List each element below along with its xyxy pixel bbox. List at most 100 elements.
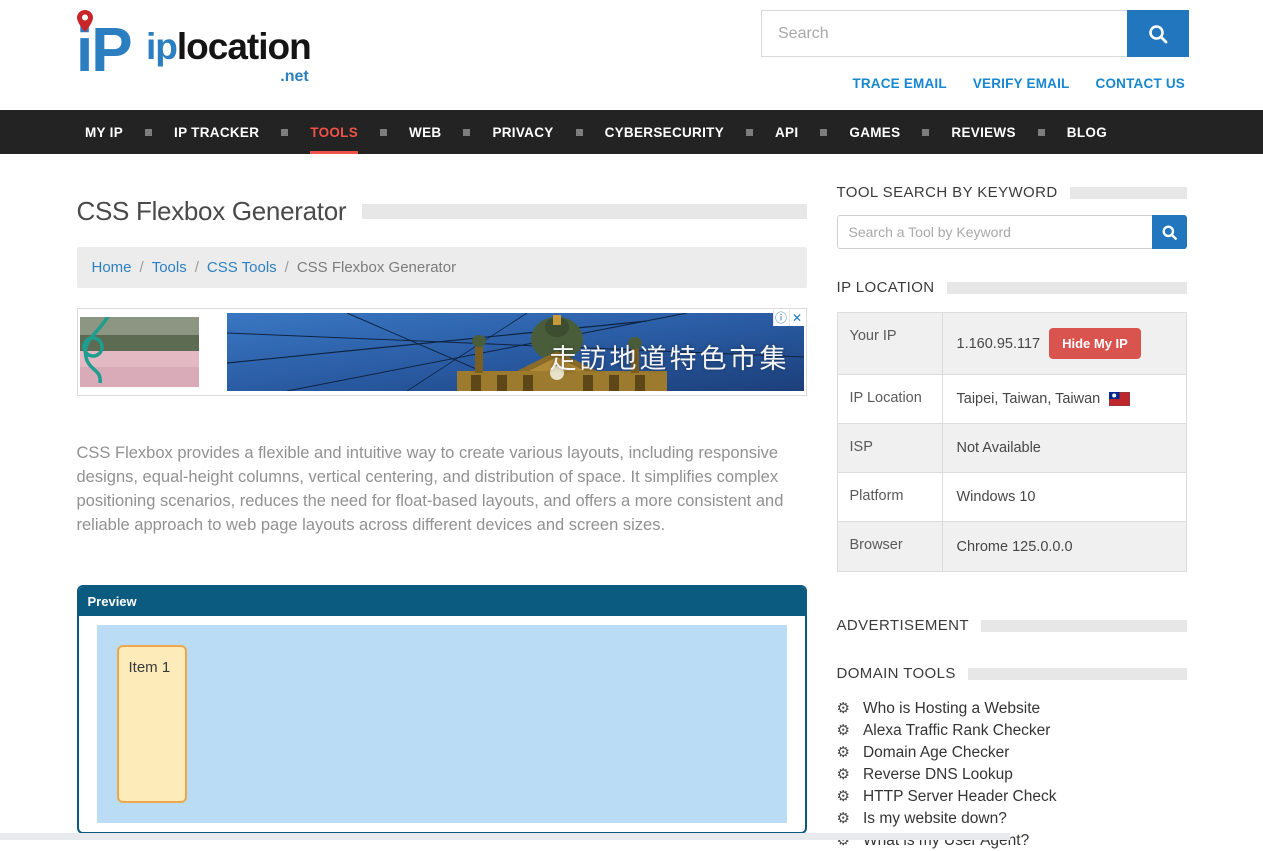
table-row: Your IP 1.160.95.117 Hide My IP (838, 313, 1186, 375)
table-row: IP Location Taipei, Taiwan, Taiwan (838, 375, 1186, 424)
map-pin-icon (77, 10, 93, 32)
contact-us-link[interactable]: CONTACT US (1096, 76, 1186, 91)
nav-item-reviews[interactable]: REVIEWS (951, 110, 1015, 154)
table-row: Browser Chrome 125.0.0.0 (838, 522, 1186, 571)
taiwan-flag-icon (1109, 392, 1130, 406)
advertisement-heading: ADVERTISEMENT (837, 617, 969, 634)
nav-item-privacy[interactable]: PRIVACY (492, 110, 553, 154)
ip-location-value: Taipei, Taiwan, Taiwan (957, 391, 1101, 407)
header-search (761, 10, 1189, 57)
domain-tool-link-website-down[interactable]: Is my website down? (863, 809, 1007, 828)
ad-overlay-text: 走訪地道特色市集 (550, 337, 790, 376)
preview-panel-body: Item 1 (79, 616, 805, 832)
tool-search-heading: TOOL SEARCH BY KEYWORD (837, 184, 1058, 201)
content-area: CSS Flexbox Generator Home / Tools / CSS… (77, 154, 1187, 851)
tool-search-input[interactable] (837, 215, 1152, 249)
list-item[interactable]: ⚙ Is my website down? (837, 807, 1187, 829)
search-icon (1161, 224, 1178, 241)
nav-separator (463, 129, 470, 136)
nav-item-my-ip[interactable]: MY IP (85, 110, 123, 154)
row-label: Your IP (838, 313, 943, 374)
logo-word-ip: ip (146, 26, 177, 67)
heading-decor-bar (947, 282, 1187, 294)
list-item[interactable]: ⚙ Domain Age Checker (837, 741, 1187, 763)
page-title: CSS Flexbox Generator (77, 196, 347, 227)
nav-item-web[interactable]: WEB (409, 110, 441, 154)
trace-email-link[interactable]: TRACE EMAIL (852, 76, 946, 91)
search-icon (1147, 23, 1169, 45)
your-ip-value: 1.160.95.117 (957, 336, 1041, 352)
domain-tool-link-domain-age[interactable]: Domain Age Checker (863, 743, 1009, 762)
ad-close-icon[interactable]: ✕ (789, 310, 805, 326)
nav-item-api[interactable]: API (775, 110, 798, 154)
row-label: Platform (838, 473, 943, 521)
nav-separator (281, 129, 288, 136)
gear-icon: ⚙ (837, 809, 850, 828)
heading-decor-bar (968, 668, 1187, 680)
domain-tool-link-reverse-dns[interactable]: Reverse DNS Lookup (863, 765, 1013, 784)
sidebar: TOOL SEARCH BY KEYWORD IP LOCATION Your … (837, 184, 1187, 851)
row-label: ISP (838, 424, 943, 472)
page-bottom-strip (0, 833, 1010, 840)
breadcrumb-current: CSS Flexbox Generator (297, 259, 456, 276)
domain-tool-link-http-header[interactable]: HTTP Server Header Check (863, 787, 1057, 806)
hide-my-ip-button[interactable]: Hide My IP (1049, 328, 1141, 359)
ip-location-heading: IP LOCATION (837, 279, 935, 296)
breadcrumb-link-tools[interactable]: Tools (152, 259, 187, 276)
preview-panel-header: Preview (79, 587, 805, 616)
tool-search-button[interactable] (1152, 215, 1187, 249)
list-item[interactable]: ⚙ Reverse DNS Lookup (837, 763, 1187, 785)
nav-item-cybersecurity[interactable]: CYBERSECURITY (605, 110, 724, 154)
title-decor-bar (362, 204, 806, 219)
header-links: TRACE EMAIL VERIFY EMAIL CONTACT US (852, 76, 1185, 91)
main-nav: MY IP IP TRACKER TOOLS WEB PRIVACY CYBER… (0, 110, 1263, 154)
row-label: Browser (838, 522, 943, 571)
logo[interactable]: iP iplocation .net (76, 12, 311, 90)
table-row: Platform Windows 10 (838, 473, 1186, 522)
domain-tool-link-hosting[interactable]: Who is Hosting a Website (863, 699, 1040, 718)
nav-separator (145, 129, 152, 136)
nav-separator (380, 129, 387, 136)
breadcrumb-link-home[interactable]: Home (92, 259, 132, 276)
gear-icon: ⚙ (837, 721, 850, 740)
isp-value: Not Available (957, 440, 1041, 456)
table-row: ISP Not Available (838, 424, 1186, 473)
logo-tld: .net (280, 68, 308, 86)
breadcrumb-separator: / (140, 259, 144, 276)
verify-email-link[interactable]: VERIFY EMAIL (973, 76, 1070, 91)
gear-icon: ⚙ (837, 743, 850, 762)
nav-item-ip-tracker[interactable]: IP TRACKER (174, 110, 259, 154)
domain-tools-list: ⚙ Who is Hosting a Website ⚙ Alexa Traff… (837, 697, 1187, 851)
list-item[interactable]: ⚙ Alexa Traffic Rank Checker (837, 719, 1187, 741)
search-input[interactable] (761, 10, 1127, 57)
list-item[interactable]: ⚙ Who is Hosting a Website (837, 697, 1187, 719)
breadcrumb-separator: / (285, 259, 289, 276)
list-item[interactable]: ⚙ HTTP Server Header Check (837, 785, 1187, 807)
flex-preview-item[interactable]: Item 1 (117, 645, 187, 803)
domain-tool-link-alexa[interactable]: Alexa Traffic Rank Checker (863, 721, 1051, 740)
main-column: CSS Flexbox Generator Home / Tools / CSS… (77, 184, 807, 851)
search-button[interactable] (1127, 10, 1189, 57)
gear-icon: ⚙ (837, 765, 850, 784)
domain-tools-heading: DOMAIN TOOLS (837, 665, 956, 682)
logo-wordmark: iplocation .net (146, 26, 311, 68)
adchoices-info-icon[interactable]: ⓘ (773, 310, 789, 326)
heading-decor-bar (1070, 187, 1187, 199)
nav-item-games[interactable]: GAMES (849, 110, 900, 154)
nav-separator (746, 129, 753, 136)
row-label: IP Location (838, 375, 943, 423)
breadcrumb-separator: / (195, 259, 199, 276)
site-header: iP iplocation .net TRACE EMAIL VERIFY EM… (0, 0, 1263, 110)
ad-banner[interactable]: 走訪地道特色市集 ⓘ ✕ (77, 308, 807, 396)
preview-panel: Preview Item 1 (77, 585, 807, 834)
ad-corner-controls: ⓘ ✕ (773, 310, 805, 326)
heading-decor-bar (981, 620, 1187, 632)
nav-separator (922, 129, 929, 136)
ip-location-table: Your IP 1.160.95.117 Hide My IP IP Locat… (837, 312, 1187, 572)
gear-icon: ⚙ (837, 787, 850, 806)
nav-item-tools[interactable]: TOOLS (310, 110, 358, 154)
nav-separator (1038, 129, 1045, 136)
nav-item-blog[interactable]: BLOG (1067, 110, 1107, 154)
breadcrumb-link-css-tools[interactable]: CSS Tools (207, 259, 277, 276)
platform-value: Windows 10 (957, 489, 1036, 505)
